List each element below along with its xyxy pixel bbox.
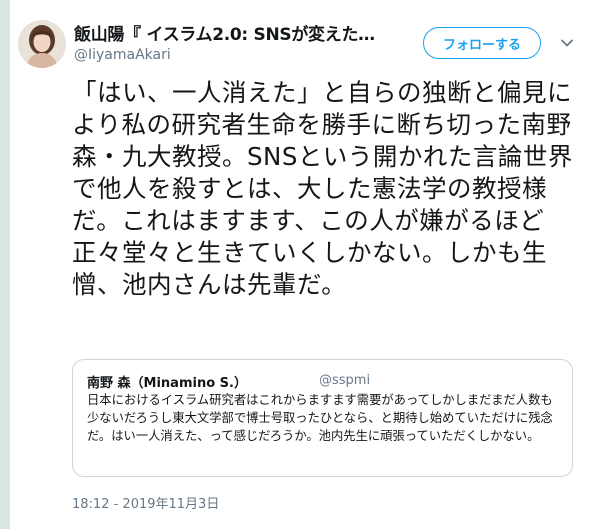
- avatar[interactable]: [18, 20, 66, 68]
- quoted-tweet[interactable]: 南野 森（Minamino S.） @sspmi 日本におけるイスラム研究者はこ…: [72, 359, 573, 477]
- author-handle[interactable]: @IiyamaAkari: [74, 47, 171, 63]
- tweet-timestamp[interactable]: 18:12 - 2019年11月3日: [72, 493, 219, 512]
- left-edge-stripe: [0, 0, 10, 529]
- follow-button[interactable]: フォローする: [423, 27, 541, 59]
- chevron-down-icon[interactable]: [560, 36, 574, 50]
- profile-photo-icon: [18, 20, 66, 68]
- quoted-tweet-text: 日本におけるイスラム研究者はこれからますます需要があってしかしまだまだ人数も少な…: [87, 393, 553, 443]
- quoted-author-name: 南野 森（Minamino S.）: [87, 376, 247, 391]
- tweet-text: 「はい、一人消えた」と自らの独断と偏見により私の研究者生命を勝手に断ち切った南野…: [72, 78, 573, 299]
- author-display-name[interactable]: 飯山陽『 イスラム2.0: SNSが変えた…: [74, 20, 394, 45]
- quoted-author-handle: @sspmi: [319, 373, 371, 388]
